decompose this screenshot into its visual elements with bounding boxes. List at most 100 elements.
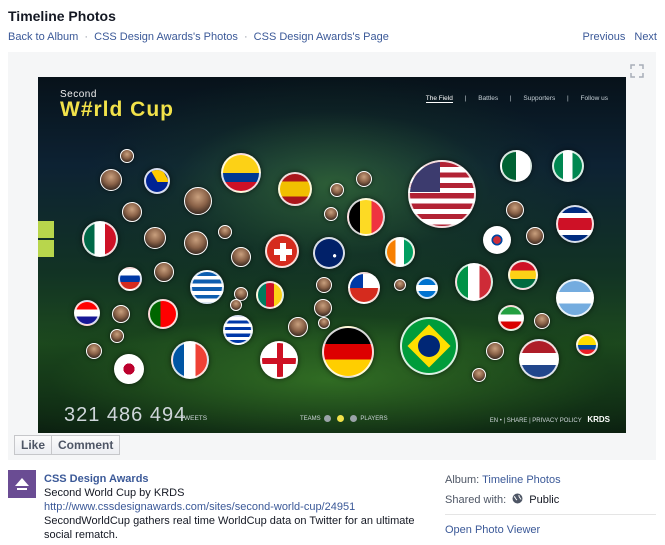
album-row: Album: Timeline Photos xyxy=(445,473,656,493)
player-avatar xyxy=(184,231,208,255)
player-avatar xyxy=(154,262,174,282)
timeline-photo[interactable]: Second W#rld Cup The Field | Battles | S… xyxy=(38,77,626,433)
player-avatar xyxy=(112,305,130,323)
post-description: SecondWorldCup gathers real time WorldCu… xyxy=(44,515,415,541)
expand-icon[interactable] xyxy=(630,64,644,78)
toggle-dot-icon xyxy=(324,415,332,422)
flag-japan xyxy=(114,354,144,384)
like-button[interactable]: Like xyxy=(14,435,53,455)
photo-footer: EN • | SHARE | PRIVACY POLICY KRDS xyxy=(490,415,610,424)
shared-with-label: Shared with: xyxy=(445,494,507,506)
player-avatar xyxy=(86,343,102,359)
player-avatar xyxy=(314,299,332,317)
nav-battles: Battles xyxy=(478,95,499,102)
shared-with-row: Shared with: Public xyxy=(445,493,656,513)
teams-players-toggle: TEAMS PLAYERS xyxy=(300,415,388,422)
flag-bosnia xyxy=(144,168,170,194)
flag-honduras xyxy=(416,277,438,299)
player-avatar xyxy=(330,183,344,197)
flag-ecuador xyxy=(576,334,598,356)
player-avatar xyxy=(218,225,232,239)
album-photos-link[interactable]: CSS Design Awards's Photos xyxy=(94,31,238,43)
player-avatar xyxy=(318,317,330,329)
player-avatar xyxy=(472,368,486,382)
nav-supporters: Supporters xyxy=(523,95,556,102)
flag-cameroon xyxy=(256,281,284,309)
flag-portugal xyxy=(148,299,178,329)
toggle-dot-icon xyxy=(349,415,357,422)
flag-costa-rica xyxy=(556,205,594,243)
breadcrumb-separator: · xyxy=(84,31,89,43)
flag-spain xyxy=(278,172,312,206)
toggle-dot-icon xyxy=(337,415,345,422)
post-caption-line1: Second World Cup by KRDS xyxy=(44,487,185,499)
album-link[interactable]: Timeline Photos xyxy=(482,474,560,486)
comment-button[interactable]: Comment xyxy=(52,435,121,455)
page-link[interactable]: CSS Design Awards's Page xyxy=(254,31,389,43)
flag-mexico xyxy=(82,221,118,257)
player-avatar xyxy=(184,187,212,215)
flag-usa xyxy=(408,160,476,228)
flag-switzerland xyxy=(265,234,299,268)
photo-site-nav: The Field | Battles | Supporters | Follo… xyxy=(416,95,608,103)
player-avatar xyxy=(120,149,134,163)
breadcrumb: Back to Album · CSS Design Awards's Phot… xyxy=(8,31,389,43)
flag-italy xyxy=(455,263,493,301)
flag-ghana xyxy=(508,260,538,290)
flag-argentina xyxy=(556,279,594,317)
side-tab-list-icon xyxy=(38,240,54,257)
flag-uruguay xyxy=(223,315,253,345)
next-link[interactable]: Next xyxy=(634,31,657,43)
tweet-counter-label: TWEETS xyxy=(180,415,208,422)
player-avatar xyxy=(486,342,504,360)
nav-divider: | xyxy=(509,95,512,102)
player-avatar xyxy=(324,207,338,221)
flag-brazil xyxy=(400,317,458,375)
flag-south-korea xyxy=(483,226,511,254)
back-to-album-link[interactable]: Back to Album xyxy=(8,31,78,43)
photo-stage: Second W#rld Cup The Field | Battles | S… xyxy=(8,52,656,460)
flag-france xyxy=(171,341,209,379)
post-url-link[interactable]: http://www.cssdesignawards.com/sites/sec… xyxy=(44,500,424,514)
privacy-value: Public xyxy=(529,494,560,506)
tweet-counter: 321 486 494 xyxy=(64,404,187,426)
previous-link[interactable]: Previous xyxy=(583,31,626,43)
nav-follow-us: Follow us xyxy=(580,95,608,102)
second-world-cup-logo: Second W#rld Cup xyxy=(60,89,174,122)
side-tab-chat-icon xyxy=(38,221,54,238)
flag-netherlands xyxy=(519,339,559,379)
flag-belgium xyxy=(347,198,385,236)
toggle-teams-label: TEAMS xyxy=(300,416,321,423)
nav-divider: | xyxy=(464,95,467,102)
flag-algeria xyxy=(500,150,532,182)
photo-info-panel: Album: Timeline Photos Shared with: Publ… xyxy=(445,473,656,536)
flag-russia xyxy=(118,267,142,291)
photo-footer-links: EN • | SHARE | PRIVACY POLICY xyxy=(489,418,582,424)
toggle-players-label: PLAYERS xyxy=(360,416,388,423)
krds-logo: KRDS xyxy=(587,415,610,424)
logo-main-text: W#rld Cup xyxy=(60,98,174,121)
flag-greece xyxy=(190,270,224,304)
flag-nigeria xyxy=(552,150,584,182)
post-author-link[interactable]: CSS Design Awards xyxy=(44,472,424,486)
flag-germany xyxy=(322,326,374,378)
info-divider xyxy=(445,514,656,515)
player-avatar xyxy=(100,169,122,191)
flag-ivory-coast xyxy=(385,237,415,267)
nav-divider: | xyxy=(567,95,569,102)
flag-croatia xyxy=(74,300,100,326)
breadcrumb-separator: · xyxy=(243,31,248,43)
open-photo-viewer-link[interactable]: Open Photo Viewer xyxy=(445,524,540,536)
player-avatar xyxy=(394,279,406,291)
player-avatar xyxy=(110,329,124,343)
player-avatar xyxy=(534,313,550,329)
flag-colombia xyxy=(221,153,261,193)
photo-pager: Previous Next xyxy=(577,31,657,43)
flag-chile xyxy=(348,272,380,304)
page-avatar-icon[interactable] xyxy=(8,470,36,498)
player-avatar xyxy=(316,277,332,293)
photo-actions: Like Comment xyxy=(14,435,121,455)
player-avatar xyxy=(356,171,372,187)
player-avatar xyxy=(506,201,524,219)
globe-icon xyxy=(512,493,523,504)
